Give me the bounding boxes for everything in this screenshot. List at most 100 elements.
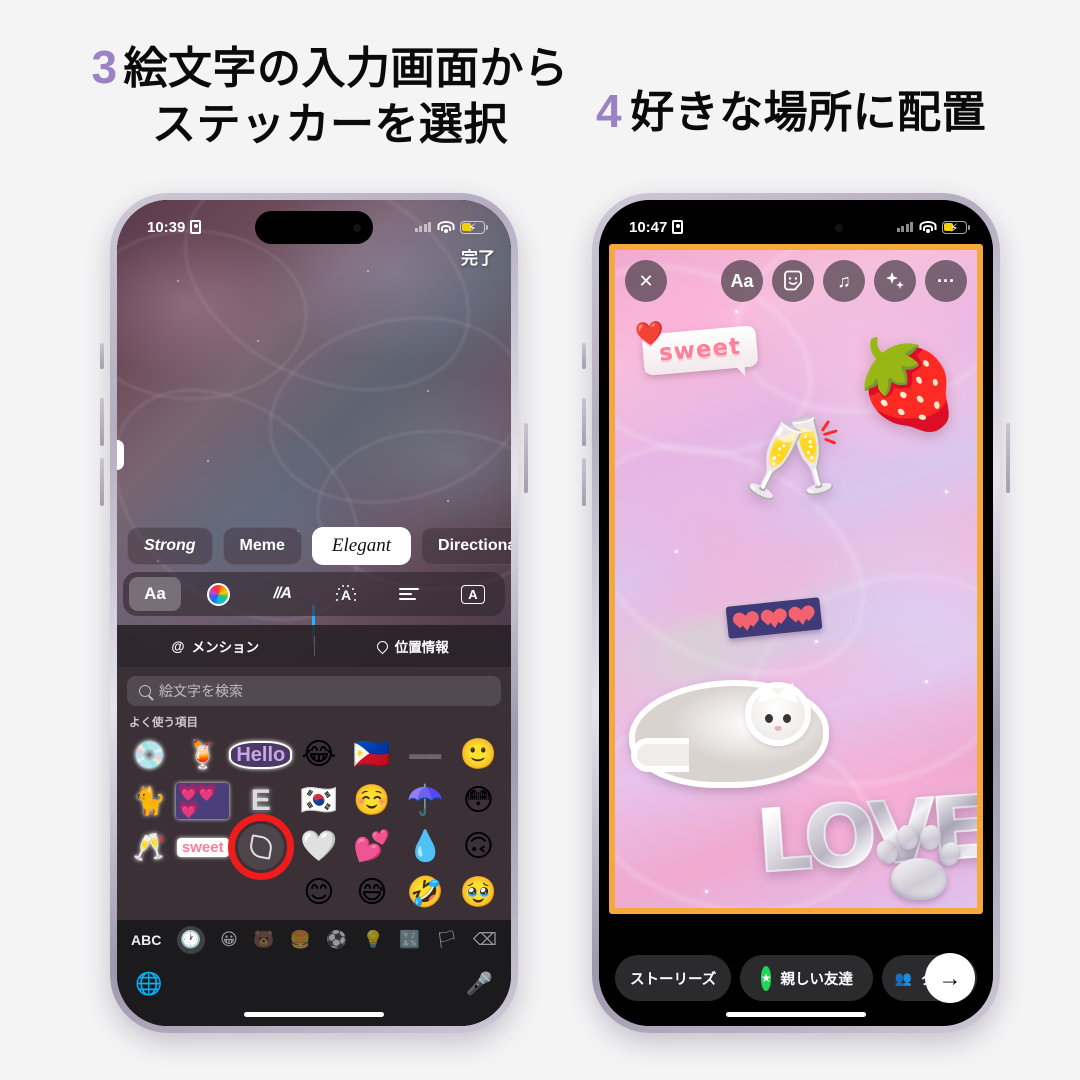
left-status-time: 10:39 [147, 218, 186, 236]
font-style-chip-meme[interactable]: Meme [222, 527, 302, 565]
text-align-tool[interactable] [383, 577, 435, 611]
right-status-time: 10:47 [629, 218, 668, 236]
power-button[interactable] [524, 423, 528, 493]
emoji-cell[interactable]: 💕 [345, 825, 398, 869]
text-animation-tool[interactable]: //A [256, 577, 308, 611]
emoji-cell[interactable]: 🥹 [452, 871, 505, 915]
paw-toe [873, 837, 901, 867]
color-wheel-tool[interactable] [193, 577, 245, 611]
emoji-cell[interactable]: 😅 [345, 871, 398, 915]
send-button[interactable]: → [925, 953, 975, 1003]
mention-label: メンション [191, 640, 260, 655]
share-option-stories[interactable]: ストーリーズ [615, 955, 732, 1001]
sticker-cell-drink[interactable]: 🍹 [176, 733, 229, 777]
sparkles-icon [886, 272, 904, 289]
sticker-tool-button[interactable] [772, 260, 814, 302]
emoji-cell[interactable]: 🇰🇷 [292, 779, 345, 823]
cellular-signal-icon [414, 222, 431, 232]
sticker-cell-disc[interactable]: 💿 [123, 733, 176, 777]
sweet-text-sticker[interactable]: ❤️ sweet [633, 319, 759, 378]
font-style-chip-elegant[interactable]: Elegant [311, 527, 412, 565]
stories-label: ストーリーズ [629, 971, 717, 988]
volume-up-button[interactable] [100, 398, 104, 446]
sticker-cell-pixel-hearts[interactable]: 💗💗💗 [176, 779, 230, 823]
emoji-cell[interactable]: 🇵🇭 [345, 733, 398, 777]
speech-tail [733, 363, 746, 378]
step-4-line1: 好きな場所に配置 [630, 88, 987, 137]
mute-switch[interactable] [582, 343, 586, 369]
emoji-cell[interactable]: 💧 [399, 825, 452, 869]
sticker-button-highlighted[interactable] [227, 814, 294, 880]
sweet-label: sweet [657, 332, 743, 367]
font-size-tool[interactable]: Aa [129, 577, 181, 611]
paw-toe [918, 823, 943, 852]
keyboard-abc-button[interactable]: ABC [131, 932, 161, 948]
emoji-cell[interactable]: 🤍 [292, 825, 345, 869]
emoji-cell[interactable]: ☺️ [345, 779, 398, 823]
mention-button[interactable]: @ メンション [117, 636, 314, 656]
font-style-chip-strong[interactable]: Strong [127, 527, 213, 565]
cat-ear-left [752, 679, 780, 703]
story-canvas[interactable]: ✕ Aa ♫ ··· ❤️ sweet 🍓 🥂 LOVE [609, 244, 983, 914]
emoji-cell[interactable]: 🙃 [452, 825, 505, 869]
emoji-category-activities[interactable]: ⚽ [326, 930, 347, 950]
sticker-cell-sweet[interactable]: sweet [176, 825, 229, 869]
emoji-cell[interactable]: 🤣 [399, 871, 452, 915]
emoji-category-symbols[interactable]: 🔣 [399, 930, 420, 950]
volume-up-button[interactable] [582, 398, 586, 446]
font-style-chip-row[interactable]: Strong Meme Elegant Directional Literar [117, 522, 511, 570]
love-balloon-sticker[interactable]: LOVE [753, 776, 977, 900]
location-button[interactable]: 位置情報 [315, 636, 512, 656]
emoji-category-food[interactable]: 🍔 [290, 930, 311, 950]
emoji-cell[interactable]: 🙂 [452, 733, 505, 777]
emoji-category-animals[interactable]: 🐻 [253, 930, 274, 950]
home-indicator [244, 1012, 384, 1017]
emoji-cell[interactable]: 😊 [292, 871, 345, 915]
text-effect-tool[interactable]: A [320, 577, 372, 611]
emoji-category-recents[interactable]: 🕐 [176, 926, 205, 954]
green-drink-sticker[interactable]: 🥂 [743, 418, 843, 498]
microphone-icon[interactable]: 🎤 [466, 971, 493, 997]
emoji-category-flags[interactable]: 🏳 [436, 930, 458, 950]
delete-icon[interactable]: ⌫ [473, 930, 497, 950]
strawberry-sticker[interactable]: 🍓 [854, 342, 961, 428]
text-tool-button[interactable]: Aa [721, 260, 763, 302]
sticker-cell-cat[interactable]: 🐈 [123, 779, 176, 823]
volume-down-button[interactable] [582, 458, 586, 506]
sticker-cell-hello[interactable]: Hello [229, 733, 293, 777]
more-options-button[interactable]: ··· [925, 260, 967, 302]
paw-toe [895, 823, 920, 852]
paw-print-sticker[interactable] [873, 822, 964, 900]
emoji-cell[interactable] [123, 871, 176, 915]
heart-icon: ❤️ [633, 319, 667, 349]
emoji-cell[interactable] [176, 871, 229, 915]
power-button[interactable] [1006, 423, 1010, 493]
search-icon [139, 685, 151, 697]
effects-tool-button[interactable] [874, 260, 916, 302]
globe-icon[interactable]: 🌐 [135, 971, 162, 997]
white-cat-sticker[interactable] [629, 679, 829, 788]
font-style-chip-directional[interactable]: Directional [421, 527, 511, 565]
emoji-search-input[interactable]: 絵文字を検索 [127, 676, 501, 706]
emoji-category-objects[interactable]: 💡 [363, 930, 384, 950]
share-option-close-friends[interactable]: ★ 親しい友達 [740, 955, 874, 1001]
text-toolbar: Aa //A A A [123, 572, 505, 616]
emoji-cell[interactable]: 😳 [452, 779, 505, 823]
done-button[interactable]: 完了 [461, 244, 495, 269]
mute-switch[interactable] [100, 343, 104, 369]
group-icon: 👥 [894, 969, 913, 986]
emoji-cell[interactable]: ▬▬ [399, 733, 452, 777]
volume-down-button[interactable] [100, 458, 104, 506]
mention-location-row: @ メンション 位置情報 [117, 625, 511, 667]
left-phone-frame: 10:39 ⚡ 完了 Strong Meme Elegant Direction… [100, 193, 528, 1033]
sticker-cell-green-drink[interactable]: 🥂 [123, 825, 176, 869]
emoji-section-title: よく使う項目 [129, 717, 198, 729]
emoji-cell[interactable]: ☂️ [399, 779, 452, 823]
text-background-tool[interactable]: A [447, 577, 499, 611]
music-tool-button[interactable]: ♫ [823, 260, 865, 302]
story-toolbar: ✕ Aa ♫ ··· [615, 258, 977, 304]
close-button[interactable]: ✕ [625, 260, 667, 302]
boxed-a-icon: A [461, 584, 485, 604]
emoji-cell[interactable]: 😂 [292, 733, 345, 777]
emoji-category-smileys[interactable]: 😀 [220, 930, 238, 950]
